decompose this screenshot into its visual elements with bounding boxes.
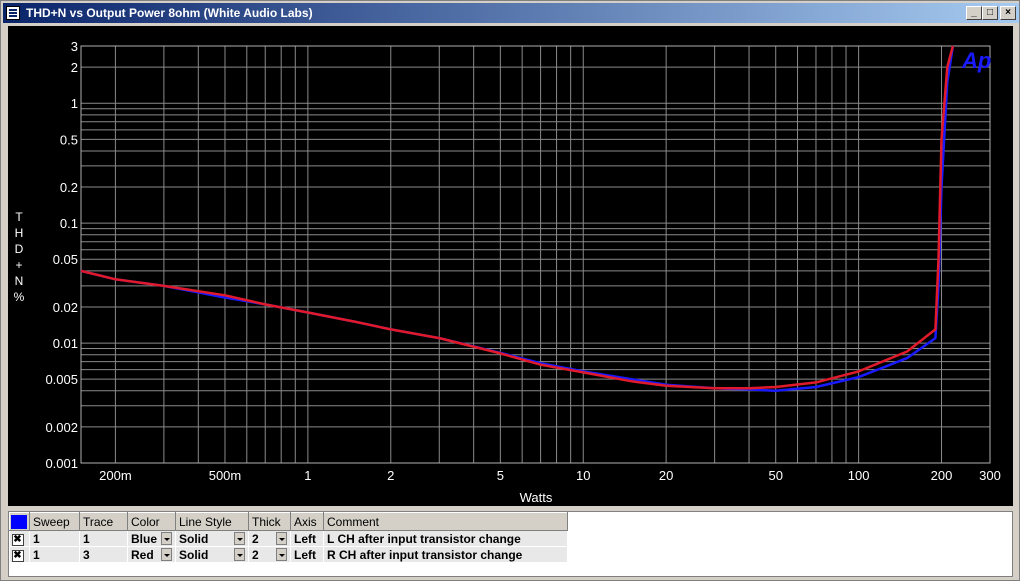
col-trace[interactable]: Trace [79, 512, 128, 531]
y-tick-label: 0.002 [45, 420, 78, 435]
cell-thick[interactable]: 2 [248, 546, 291, 563]
x-tick-label: 2 [387, 468, 394, 483]
line-style-value: Solid [179, 531, 209, 546]
title-bar[interactable]: THD+N vs Output Power 8ohm (White Audio … [3, 3, 1019, 23]
line-style-dropdown-icon[interactable] [234, 547, 245, 561]
table-row[interactable]: ✖ 1 1 Blue Solid 2 Left L CH after input… [9, 530, 568, 547]
check-icon[interactable]: ✖ [11, 550, 24, 562]
table-row[interactable]: ✖ 1 3 Red Solid 2 Left R CH after input … [9, 546, 568, 563]
y-tick-label: 0.01 [53, 336, 78, 351]
cell-color[interactable]: Blue [127, 530, 176, 547]
trace-table: Sweep Trace Color Line Style Thick Axis … [9, 512, 568, 563]
x-tick-label: 5 [497, 468, 504, 483]
col-sweep[interactable]: Sweep [29, 512, 80, 531]
y-tick-label: 2 [71, 60, 78, 75]
y-tick-label: 0.2 [60, 180, 78, 195]
y-label-char: H [15, 226, 24, 240]
cell-line-style[interactable]: Solid [175, 530, 249, 547]
series-line-1 [80, 45, 955, 393]
x-tick-label: 10 [576, 468, 590, 483]
y-tick-label: 0.05 [53, 252, 78, 267]
tick-labels: 200m 500m 1 2 5 10 20 50 100 200 300 3 2 1 0.5 0.2 0.1 0.… [45, 39, 1000, 483]
col-thick[interactable]: Thick [248, 512, 291, 531]
check-icon[interactable]: ✖ [11, 534, 24, 546]
x-tick-label: 300 [979, 468, 1001, 483]
y-tick-label: 3 [71, 39, 78, 54]
maximize-button[interactable]: □ [982, 6, 998, 20]
analyzer-window: THD+N vs Output Power 8ohm (White Audio … [0, 0, 1020, 581]
x-tick-label: 100 [848, 468, 870, 483]
cell-trace[interactable]: 3 [79, 546, 128, 563]
table-corner[interactable] [9, 512, 30, 531]
cell-comment[interactable]: R CH after input transistor change [323, 546, 568, 563]
col-axis[interactable]: Axis [290, 512, 324, 531]
thick-value: 2 [252, 531, 259, 546]
x-tick-label: 200 [931, 468, 953, 483]
y-tick-label: 0.1 [60, 216, 78, 231]
y-label-char: T [15, 210, 23, 224]
y-label-char: D [15, 242, 24, 256]
y-label-char: + [15, 258, 22, 272]
cell-sweep[interactable]: 1 [29, 546, 80, 563]
cell-sweep[interactable]: 1 [29, 530, 80, 547]
col-line-style[interactable]: Line Style [175, 512, 249, 531]
line-style-value: Solid [179, 547, 209, 562]
close-button[interactable]: × [1000, 6, 1016, 20]
cell-color[interactable]: Red [127, 546, 176, 563]
y-tick-label: 0.02 [53, 300, 78, 315]
cell-trace[interactable]: 1 [79, 530, 128, 547]
data-series [80, 45, 955, 393]
y-axis-label: THD + N% [14, 210, 25, 304]
y-tick-label: 0.005 [45, 372, 78, 387]
row-checkbox[interactable]: ✖ [9, 546, 30, 563]
thd-chart: 200m 500m 1 2 5 10 20 50 100 200 300 3 2 1 0.5 0.2 0.1 0.… [14, 39, 1001, 505]
minimize-button[interactable]: _ [966, 6, 982, 20]
plot-area[interactable]: 200m 500m 1 2 5 10 20 50 100 200 300 3 2 1 0.5 0.2 0.1 0.… [8, 26, 1013, 506]
series-line-2 [80, 45, 955, 390]
ap-logo: Ap [961, 48, 991, 73]
cell-thick[interactable]: 2 [248, 530, 291, 547]
cell-line-style[interactable]: Solid [175, 546, 249, 563]
cell-comment[interactable]: L CH after input transistor change [323, 530, 568, 547]
y-tick-label: 0.5 [60, 132, 78, 147]
y-tick-label: 1 [71, 96, 78, 111]
y-label-char: % [14, 290, 25, 304]
app-icon[interactable] [6, 6, 20, 20]
x-tick-label: 50 [768, 468, 782, 483]
x-tick-label: 20 [659, 468, 673, 483]
y-label-char: N [15, 274, 24, 288]
x-tick-label: 1 [304, 468, 311, 483]
window-title: THD+N vs Output Power 8ohm (White Audio … [26, 6, 313, 20]
x-axis-label: Watts [520, 490, 553, 505]
grid-lines [80, 45, 991, 464]
thick-dropdown-icon[interactable] [276, 531, 287, 545]
cell-axis[interactable]: Left [290, 546, 324, 563]
cell-axis[interactable]: Left [290, 530, 324, 547]
row-checkbox[interactable]: ✖ [9, 530, 30, 547]
x-tick-label: 200m [99, 468, 132, 483]
color-value: Blue [131, 531, 158, 546]
color-value: Red [131, 547, 154, 562]
trace-table-panel: Sweep Trace Color Line Style Thick Axis … [8, 511, 1013, 577]
line-style-dropdown-icon[interactable] [234, 531, 245, 545]
color-dropdown-icon[interactable] [161, 531, 172, 545]
col-color[interactable]: Color [127, 512, 176, 531]
x-tick-label: 500m [209, 468, 242, 483]
y-tick-label: 0.001 [45, 456, 78, 471]
color-dropdown-icon[interactable] [161, 547, 172, 561]
col-comment[interactable]: Comment [323, 512, 568, 531]
thick-value: 2 [252, 547, 259, 562]
thick-dropdown-icon[interactable] [276, 547, 287, 561]
